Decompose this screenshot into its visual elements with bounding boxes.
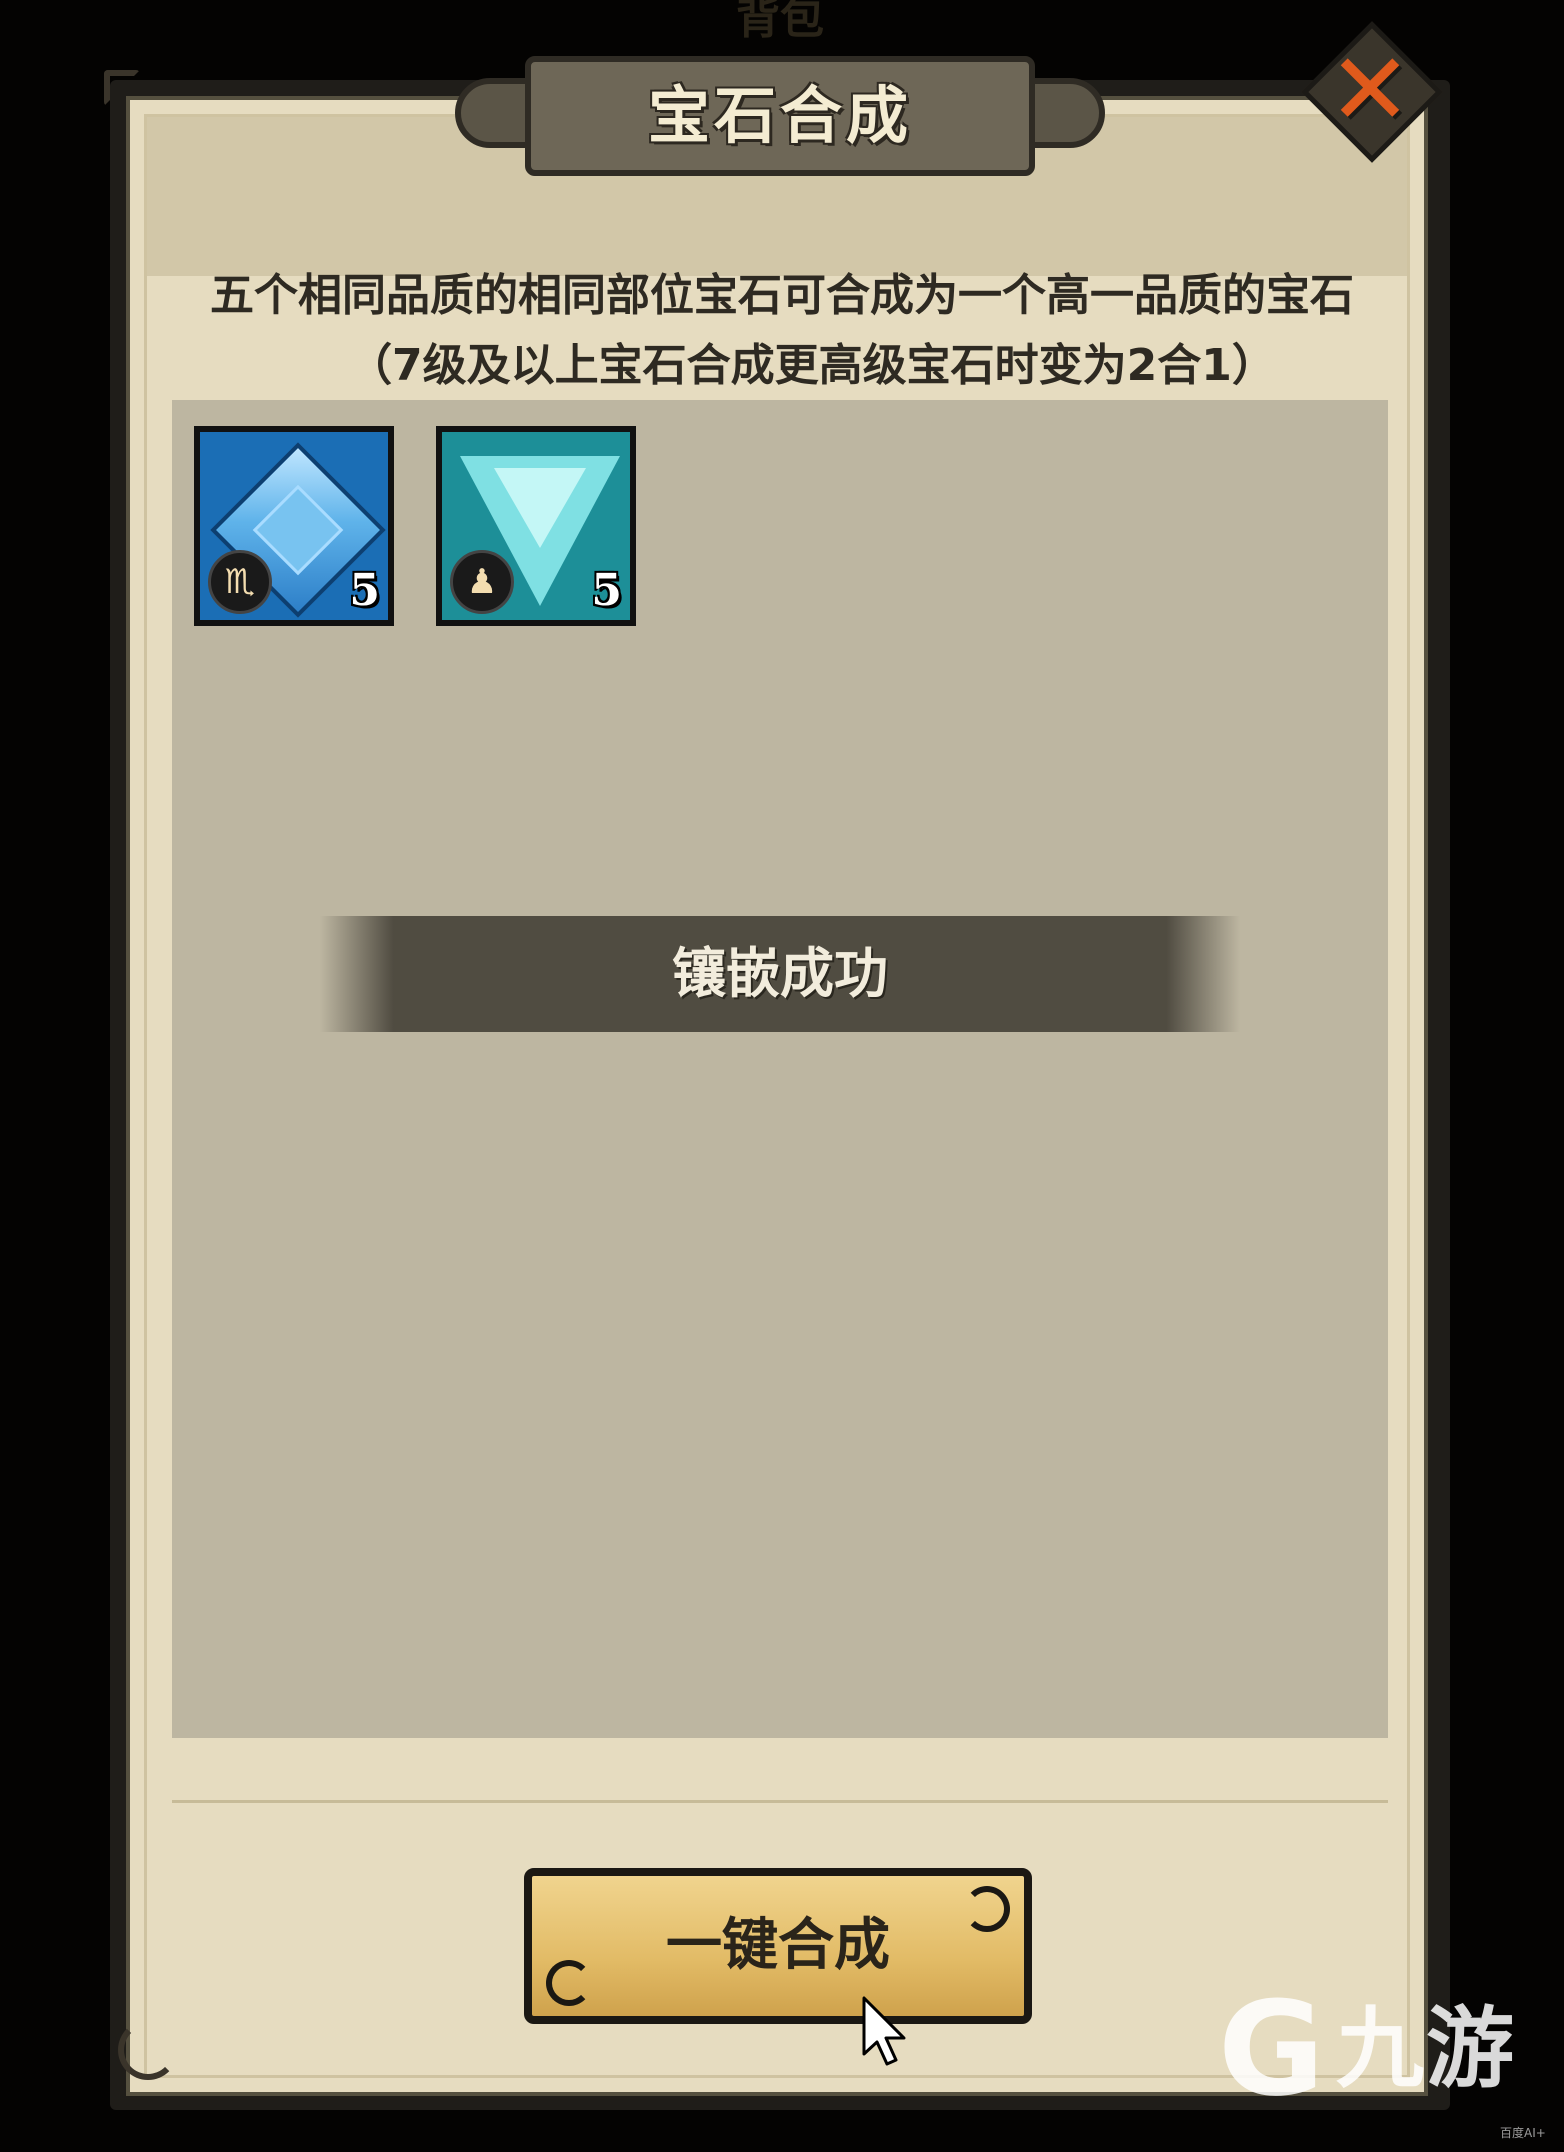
background-title: 背包 — [736, 0, 824, 44]
title-banner: 宝石合成 — [455, 48, 1105, 188]
gem-slot-blue[interactable]: ♏ 5 — [194, 426, 394, 626]
close-button[interactable]: ✕ — [1300, 20, 1443, 163]
description-line-1: 五个相同品质的相同部位宝石可合成为一个高一品质的宝石 — [210, 270, 1354, 321]
divider — [172, 1800, 1388, 1803]
gem-highlight — [494, 468, 586, 548]
gem-slot-teal[interactable]: ♟ 5 — [436, 426, 636, 626]
watermark-text: 九游 — [1336, 1997, 1517, 2100]
one-click-merge-button[interactable]: 一键合成 — [524, 1868, 1032, 2024]
corner-ornament-bottom-left — [118, 2020, 178, 2080]
merge-button-label: 一键合成 — [666, 1913, 890, 1978]
game-screen: 背包 宝石合成 ✕ 五个相同品质的相同部位宝石可合成为一个高一品质的宝石 （7级… — [0, 0, 1564, 2152]
description-line-2: （7级及以上宝石合成更高级宝石时变为2合1） — [348, 340, 1276, 391]
jiuyou-watermark: G 九游 — [1218, 1974, 1538, 2124]
ai-watermark-text: 百度AI+ — [1500, 2126, 1546, 2140]
gem-count: 5 — [591, 565, 622, 616]
gem-count: 5 — [349, 565, 380, 616]
toast-message: 镶嵌成功 — [320, 916, 1240, 1032]
scorpio-icon: ♏ — [208, 550, 272, 614]
dialog-title: 宝石合成 — [647, 79, 912, 152]
figure-icon: ♟ — [450, 550, 514, 614]
jiuyou-logo-icon: G — [1218, 1973, 1325, 2125]
corner-ornament-top-left — [104, 70, 140, 106]
toast-text: 镶嵌成功 — [672, 942, 888, 1005]
gem-facet — [252, 484, 344, 576]
gem-inventory-area: ♏ 5 ♟ 5 — [172, 400, 1388, 1738]
mouse-cursor-icon — [862, 1996, 906, 2066]
close-icon: ✕ — [1328, 31, 1412, 148]
